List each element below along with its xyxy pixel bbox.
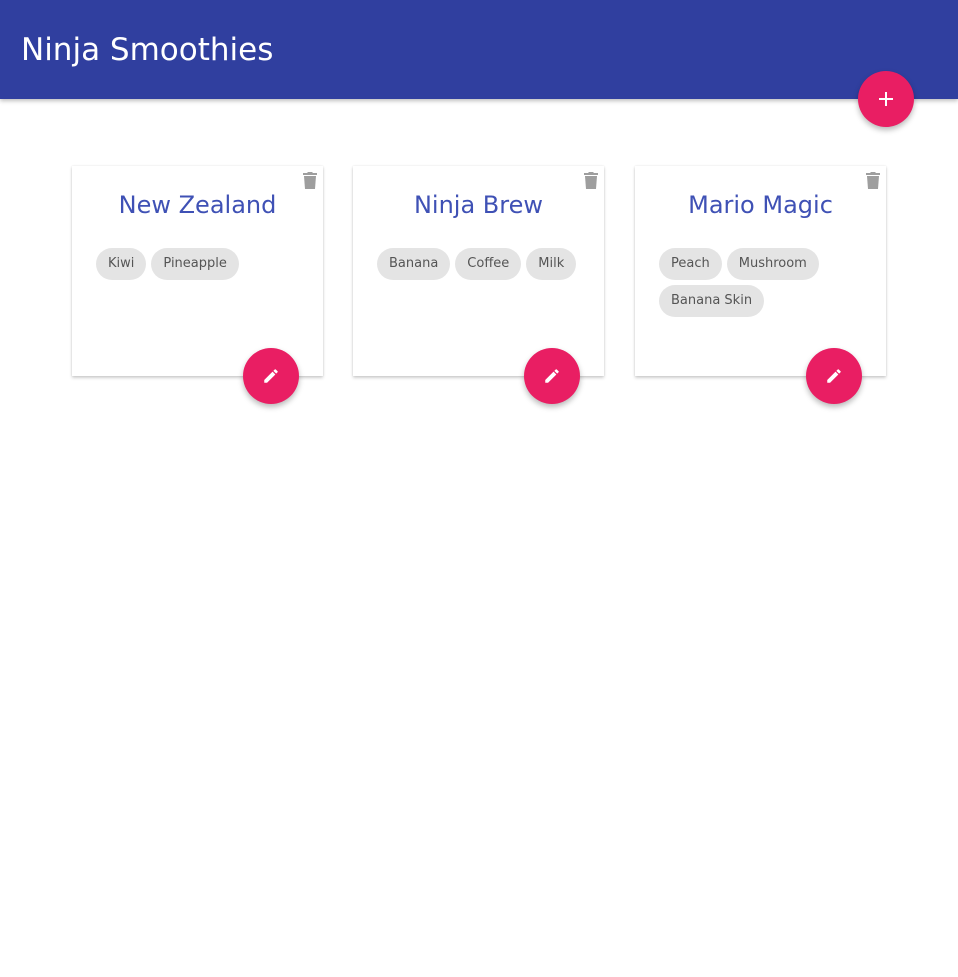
trash-icon[interactable] xyxy=(866,172,880,189)
trash-icon[interactable] xyxy=(584,172,598,189)
smoothie-title: New Zealand xyxy=(118,191,277,219)
brand-logo[interactable]: Ninja Smoothies xyxy=(21,30,273,70)
ingredient-chip: Mushroom xyxy=(726,248,819,280)
navbar: Ninja Smoothies xyxy=(0,0,958,99)
edit-smoothie-button[interactable] xyxy=(806,348,862,404)
ingredient-list: Banana Coffee Milk xyxy=(377,248,587,285)
plus-icon xyxy=(877,90,895,108)
ingredient-chip: Coffee xyxy=(455,248,522,280)
smoothie-title: Ninja Brew xyxy=(413,191,544,219)
ingredient-list: Kiwi Pineapple xyxy=(96,248,306,285)
app: Ninja Smoothies New Zealand Kiwi Pineapp… xyxy=(0,0,958,977)
ingredient-chip: Milk xyxy=(526,248,577,280)
edit-smoothie-button[interactable] xyxy=(243,348,299,404)
pencil-icon xyxy=(543,367,561,385)
ingredient-chip: Kiwi xyxy=(96,248,147,280)
add-smoothie-button[interactable] xyxy=(858,71,914,127)
trash-icon[interactable] xyxy=(303,172,317,189)
pencil-icon xyxy=(825,367,843,385)
smoothie-card: New Zealand Kiwi Pineapple xyxy=(72,166,323,404)
pencil-icon xyxy=(262,367,280,385)
edit-smoothie-button[interactable] xyxy=(524,348,580,404)
ingredient-list: Peach Mushroom Banana Skin xyxy=(659,248,869,322)
ingredient-chip: Peach xyxy=(659,248,722,280)
ingredient-chip: Pineapple xyxy=(151,248,239,280)
smoothie-card: Ninja Brew Banana Coffee Milk xyxy=(353,166,604,404)
ingredient-chip: Banana Skin xyxy=(659,285,765,317)
ingredient-chip: Banana xyxy=(377,248,451,280)
smoothie-card: Mario Magic Peach Mushroom Banana Skin xyxy=(635,166,886,404)
smoothie-title: Mario Magic xyxy=(688,191,833,219)
